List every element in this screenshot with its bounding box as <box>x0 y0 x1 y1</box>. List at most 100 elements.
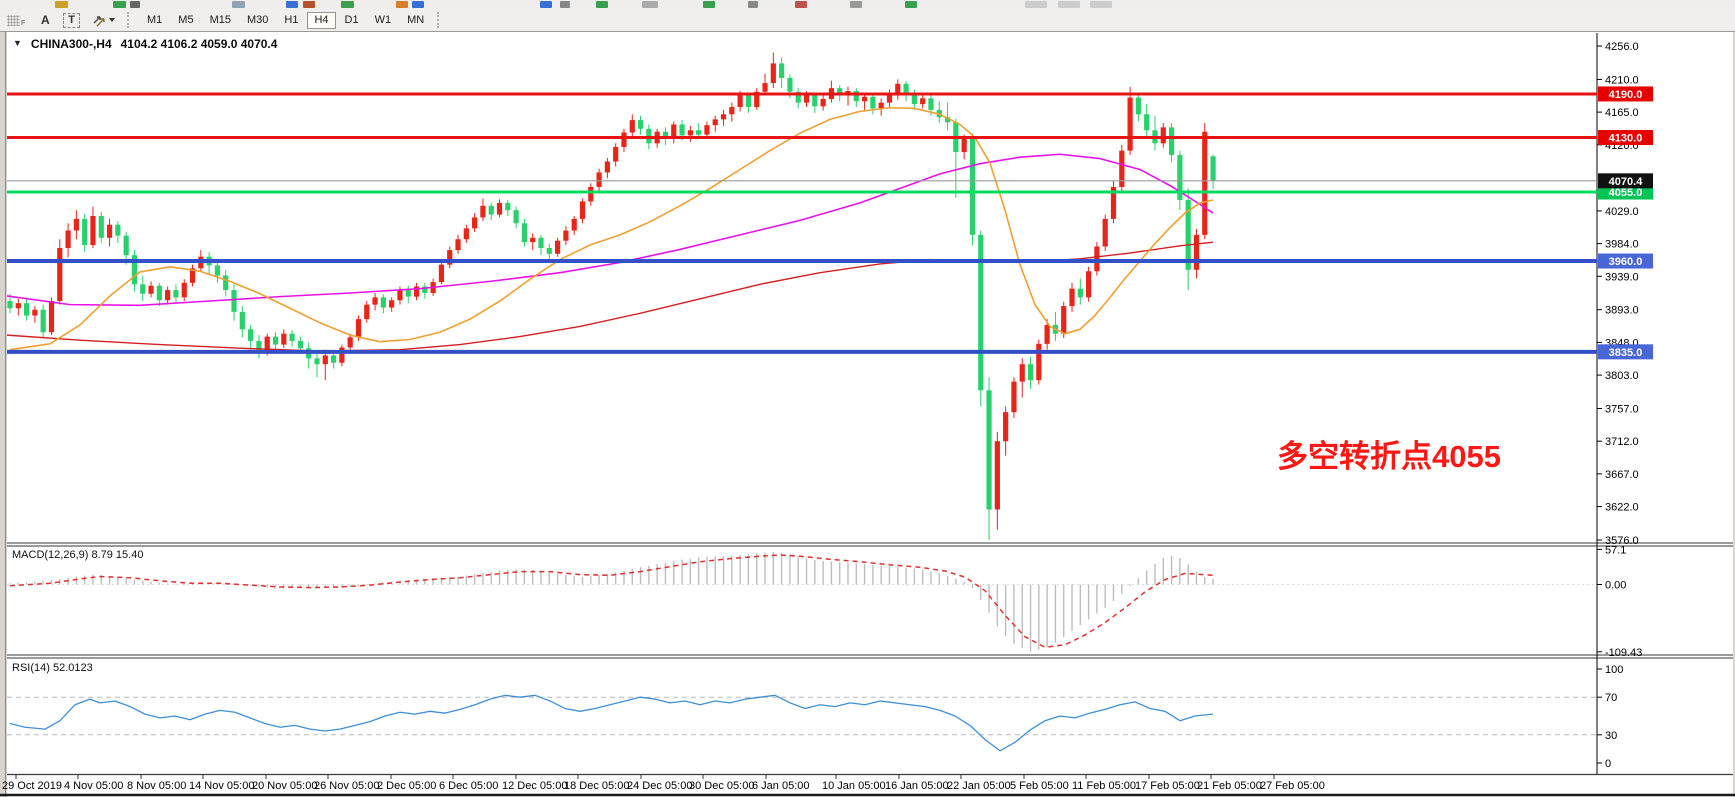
svg-text:22 Jan 05:00: 22 Jan 05:00 <box>947 780 1011 792</box>
svg-text:3712.0: 3712.0 <box>1605 436 1639 448</box>
svg-text:26 Nov 05:00: 26 Nov 05:00 <box>314 780 379 792</box>
svg-text:17 Feb 05:00: 17 Feb 05:00 <box>1135 780 1200 792</box>
svg-text:24 Dec 05:00: 24 Dec 05:00 <box>627 780 692 792</box>
svg-text:-109.43: -109.43 <box>1605 647 1642 659</box>
svg-text:14 Nov 05:00: 14 Nov 05:00 <box>189 780 254 792</box>
svg-text:3835.0: 3835.0 <box>1609 347 1643 359</box>
clipped-icon <box>130 1 140 8</box>
svg-text:3757.0: 3757.0 <box>1605 404 1639 416</box>
svg-text:4070.4: 4070.4 <box>1609 176 1644 188</box>
svg-text:3893.0: 3893.0 <box>1605 305 1639 317</box>
clipped-icon <box>1025 1 1047 8</box>
svg-text:6 Jan 05:00: 6 Jan 05:00 <box>752 780 810 792</box>
clipped-icon <box>412 1 424 8</box>
mt4-window: F A T M1M5M15M30H1H4D1W1MN MACD(12,26,9)… <box>0 0 1735 797</box>
macd-label: MACD(12,26,9) 8.79 15.40 <box>12 549 143 561</box>
grid-f-label: F <box>21 20 25 27</box>
text-label-tool[interactable]: A <box>34 11 56 30</box>
svg-text:11 Feb 05:00: 11 Feb 05:00 <box>1072 780 1136 792</box>
svg-text:3667.0: 3667.0 <box>1605 469 1639 481</box>
ohlc-values: 4104.2 4106.2 4059.0 4070.4 <box>121 37 278 51</box>
timeframe-button-mn[interactable]: MN <box>400 12 431 29</box>
svg-text:2 Dec 05:00: 2 Dec 05:00 <box>377 780 436 792</box>
timeframe-button-m30[interactable]: M30 <box>240 12 275 29</box>
svg-text:30: 30 <box>1605 730 1617 742</box>
svg-text:4165.0: 4165.0 <box>1605 107 1639 119</box>
svg-text:4 Nov 05:00: 4 Nov 05:00 <box>64 780 123 792</box>
symbol-dropdown-icon[interactable]: ▼ <box>13 38 22 51</box>
svg-text:12 Dec 05:00: 12 Dec 05:00 <box>502 780 567 792</box>
clipped-icon <box>642 1 658 8</box>
rsi-label: RSI(14) 52.0123 <box>12 662 93 674</box>
clipped-icon <box>905 1 917 8</box>
grid-icon <box>7 15 20 26</box>
clipped-icon <box>703 1 715 8</box>
clipped-icon <box>795 1 807 8</box>
svg-text:3984.0: 3984.0 <box>1605 239 1639 251</box>
timeframe-button-h1[interactable]: H1 <box>277 12 305 29</box>
letter-t-icon: T <box>68 14 75 26</box>
chart-annotation-text: 多空转折点4055 <box>1277 431 1501 476</box>
svg-text:3803.0: 3803.0 <box>1605 370 1639 382</box>
svg-text:3622.0: 3622.0 <box>1605 502 1639 514</box>
svg-text:4029.0: 4029.0 <box>1605 206 1639 218</box>
arrows-tool[interactable] <box>87 11 120 30</box>
svg-text:27 Feb 05:00: 27 Feb 05:00 <box>1260 780 1325 792</box>
clipped-icon <box>396 1 408 8</box>
chart-frame <box>0 31 1735 797</box>
chart-toolbar: F A T M1M5M15M30H1H4D1W1MN <box>0 9 1735 32</box>
svg-text:4130.0: 4130.0 <box>1609 133 1643 145</box>
arrows-icon <box>92 13 106 27</box>
timeframe-button-w1[interactable]: W1 <box>368 12 399 29</box>
chart-title: ▼ CHINA300-,H4 4104.2 4106.2 4059.0 4070… <box>13 37 277 51</box>
clipped-icon <box>560 1 570 8</box>
clipped-icon <box>286 1 298 8</box>
svg-text:100: 100 <box>1605 664 1623 676</box>
svg-text:10 Jan 05:00: 10 Jan 05:00 <box>822 780 886 792</box>
clipped-icon <box>1090 1 1112 8</box>
svg-text:57.1: 57.1 <box>1605 544 1626 556</box>
svg-text:8 Nov 05:00: 8 Nov 05:00 <box>127 780 186 792</box>
toolbar-drag-handle[interactable] <box>127 12 134 28</box>
svg-text:3939.0: 3939.0 <box>1605 271 1639 283</box>
toolbar-drag-handle[interactable] <box>437 12 444 28</box>
svg-text:4055.0: 4055.0 <box>1609 187 1643 199</box>
svg-text:20 Nov 05:00: 20 Nov 05:00 <box>252 780 317 792</box>
svg-text:6 Dec 05:00: 6 Dec 05:00 <box>439 780 498 792</box>
clipped-icon <box>1058 1 1080 8</box>
clipped-icon <box>303 1 315 8</box>
clipped-icon <box>232 1 245 8</box>
svg-text:3960.0: 3960.0 <box>1609 256 1643 268</box>
timeframe-button-m5[interactable]: M5 <box>171 12 200 29</box>
svg-text:18 Dec 05:00: 18 Dec 05:00 <box>564 780 629 792</box>
timeframe-button-m15[interactable]: M15 <box>203 12 238 29</box>
svg-text:0: 0 <box>1605 758 1611 770</box>
clipped-icon <box>55 1 68 8</box>
clipped-icon <box>748 1 758 8</box>
clipped-icon <box>113 1 126 8</box>
clipped-icon <box>596 1 608 8</box>
clipped-icon <box>540 1 552 8</box>
letter-a-icon: A <box>41 13 50 27</box>
chart-canvas[interactable]: MACD(12,26,9) 8.79 15.40 RSI(14) 52.0123 4… <box>0 0 1735 797</box>
svg-text:30 Dec 05:00: 30 Dec 05:00 <box>689 780 754 792</box>
timeframe-button-h4[interactable]: H4 <box>307 12 335 29</box>
clipped-icon <box>341 1 354 8</box>
clipped-icon <box>850 1 862 8</box>
svg-text:4190.0: 4190.0 <box>1609 89 1643 101</box>
svg-text:16 Jan 05:00: 16 Jan 05:00 <box>885 780 949 792</box>
chevron-down-icon <box>109 18 115 22</box>
timeframe-button-m1[interactable]: M1 <box>140 12 169 29</box>
timeframe-bar: M1M5M15M30H1H4D1W1MN <box>139 12 432 29</box>
text-box-tool[interactable]: T <box>63 13 80 28</box>
svg-text:21 Feb 05:00: 21 Feb 05:00 <box>1197 780 1262 792</box>
symbol-name: CHINA300-,H4 <box>31 37 112 51</box>
grid-snap-tool[interactable]: F <box>2 11 30 30</box>
svg-text:4256.0: 4256.0 <box>1605 41 1639 53</box>
svg-text:70: 70 <box>1605 692 1617 704</box>
svg-text:29 Oct 2019: 29 Oct 2019 <box>2 780 62 792</box>
svg-text:0.00: 0.00 <box>1605 580 1626 592</box>
svg-text:5 Feb 05:00: 5 Feb 05:00 <box>1010 780 1069 792</box>
timeframe-button-d1[interactable]: D1 <box>338 12 366 29</box>
svg-text:4210.0: 4210.0 <box>1605 74 1639 86</box>
